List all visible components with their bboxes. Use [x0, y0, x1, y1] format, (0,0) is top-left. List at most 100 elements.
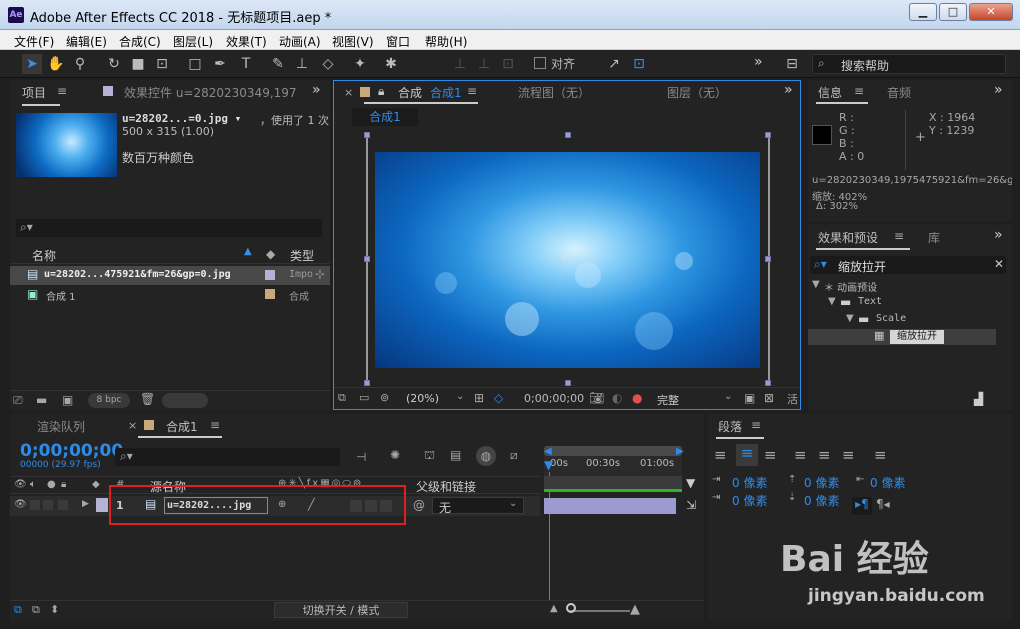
effects-tab-menu-icon[interactable]: ≡	[894, 229, 904, 243]
axis-local-icon[interactable]: ⊥	[450, 54, 470, 74]
toggle-switches-modes-button[interactable]: 切换开关 / 模式	[274, 602, 408, 618]
camera-tool-icon[interactable]: ■	[128, 54, 148, 74]
layer-marker-icon[interactable]: ⇲	[686, 498, 696, 512]
align-center-icon[interactable]: ≡	[736, 444, 758, 466]
comp-viewer[interactable]: ⌖	[334, 129, 800, 387]
new-composition-icon[interactable]: ▣	[62, 393, 73, 407]
expand-arrow-icon[interactable]: ▼	[828, 296, 836, 307]
puppet-tool-icon[interactable]: ✱	[381, 54, 401, 74]
playhead-icon[interactable]: ▼	[544, 458, 553, 472]
layer-duration-bar[interactable]	[544, 498, 676, 514]
justify-last-left-icon[interactable]: ≡	[794, 446, 807, 464]
time-ruler[interactable]: 00s 00:30s 01:00s	[544, 456, 682, 476]
current-time-display[interactable]: 0;00;00;00	[524, 392, 584, 405]
time-navigator[interactable]	[544, 446, 682, 456]
zoom-out-icon[interactable]: ▲	[550, 603, 558, 614]
indent-right-value[interactable]: 0 像素	[870, 474, 905, 491]
transform-handle[interactable]	[565, 132, 571, 138]
flowchart-tab[interactable]: 流程图（无）	[518, 84, 590, 101]
justify-all-icon[interactable]: ≡	[874, 446, 887, 464]
rotate-tool-icon[interactable]: ↻	[104, 54, 124, 74]
rectangle-tool-icon[interactable]: □	[185, 54, 205, 74]
work-area-bar[interactable]	[544, 476, 682, 492]
snap-checkbox[interactable]	[534, 57, 546, 69]
grid-icon[interactable]: ⊞	[474, 391, 484, 405]
active-camera-label[interactable]: 活	[787, 391, 798, 407]
label-column-icon[interactable]: ◆	[92, 479, 100, 490]
transform-handle[interactable]	[765, 132, 771, 138]
effects-more-icon[interactable]: »	[994, 227, 1003, 243]
justify-last-center-icon[interactable]: ≡	[818, 446, 831, 464]
transform-handle[interactable]	[565, 380, 571, 386]
expand-arrow-icon[interactable]: ▼	[812, 279, 820, 290]
snap-option-icon[interactable]: ↗	[604, 54, 624, 74]
timeline-zoom-handle[interactable]	[566, 603, 576, 613]
transform-handle[interactable]	[364, 132, 370, 138]
sort-arrow-icon[interactable]: ▲	[244, 246, 252, 257]
project-item-row[interactable]: ▤ u=28202...475921&fm=26&gp=0.jpg Impo ⊹	[10, 266, 330, 285]
bit-depth-button[interactable]: 8 bpc	[88, 393, 130, 408]
in-out-icon[interactable]: ⬍	[50, 603, 59, 616]
timeline-zoom-slider[interactable]	[570, 610, 630, 612]
close-tab-icon[interactable]: ×	[128, 419, 137, 432]
show-snapshot-icon[interactable]: ◐	[612, 391, 622, 405]
parent-dropdown-icon[interactable]: ⌄	[509, 498, 517, 509]
draft-3d-icon[interactable]: ✺	[390, 448, 400, 462]
transform-handle[interactable]	[765, 256, 771, 262]
resolution-select[interactable]: 完整	[657, 392, 679, 408]
trash-icon[interactable]: 🗑	[140, 392, 155, 406]
snapshot-icon[interactable]: 📷︎	[589, 391, 604, 405]
monitor-icon[interactable]: ▭	[359, 391, 369, 404]
roto-brush-tool-icon[interactable]: ✦	[350, 54, 370, 74]
zoom-select[interactable]: (20%)	[406, 392, 439, 405]
project-tab-menu-icon[interactable]: ≡	[57, 84, 67, 98]
help-search-box[interactable]: ⌕ 搜索帮助	[812, 54, 1006, 74]
axis-view-icon[interactable]: ⊡	[498, 54, 518, 74]
transfer-controls-icon[interactable]: ⧉	[32, 603, 40, 617]
always-preview-icon[interactable]: ⧉	[338, 391, 346, 405]
library-tab[interactable]: 库	[928, 229, 940, 246]
menu-layer[interactable]: 图层(L)	[173, 33, 213, 50]
text-tool-icon[interactable]: T	[236, 54, 256, 74]
pen-tool-icon[interactable]: ✒	[210, 54, 230, 74]
layer-switches-icon[interactable]: ⧉	[14, 603, 22, 617]
parent-link-header[interactable]: 父级和链接	[416, 478, 476, 495]
menu-window[interactable]: 窗口	[386, 33, 410, 50]
comp-tab-name[interactable]: 合成1	[430, 84, 462, 101]
menu-effect[interactable]: 效果(T)	[226, 33, 267, 50]
lock-toggle[interactable]	[58, 500, 68, 510]
expand-arrow-icon[interactable]: ▼	[846, 313, 854, 324]
audio-toggle[interactable]	[30, 500, 40, 510]
project-search-input[interactable]: ⌕▾	[16, 219, 322, 237]
parent-select[interactable]: 无 ⌄	[432, 497, 524, 515]
timeline-search-input[interactable]: ⌕▾	[115, 448, 340, 466]
column-type[interactable]: 类型	[290, 247, 314, 264]
frame-blending-icon[interactable]: ▤	[450, 448, 461, 462]
new-folder-icon[interactable]: ▬	[36, 393, 47, 407]
project-scrollbar[interactable]	[162, 393, 208, 408]
brush-tool-icon[interactable]: ✎	[268, 54, 288, 74]
effects-search-input[interactable]: ⌕▾ 缩放拉开 ✕	[810, 256, 1006, 274]
motion-blur-icon[interactable]: ◍	[476, 446, 496, 466]
project-tab[interactable]: 项目	[22, 84, 46, 101]
workspace-menu-icon[interactable]: ⊟	[782, 54, 802, 74]
menu-file[interactable]: 文件(F)	[14, 33, 54, 50]
timeline-comp-tab[interactable]: 合成1	[166, 418, 198, 435]
transparency-grid-icon[interactable]: ◇	[494, 391, 503, 405]
info-more-icon[interactable]: »	[994, 82, 1003, 98]
first-line-indent-value[interactable]: 0 像素	[732, 492, 767, 509]
interpret-footage-icon[interactable]: ⎚	[13, 393, 23, 408]
info-tab[interactable]: 信息	[818, 84, 842, 101]
align-right-icon[interactable]: ≡	[764, 446, 777, 464]
axis-world-icon[interactable]: ⊥	[474, 54, 494, 74]
eraser-tool-icon[interactable]: ◇	[318, 54, 338, 74]
menu-help[interactable]: 帮助(H)	[425, 33, 467, 50]
anchor-point-icon[interactable]: ⌖	[561, 250, 569, 266]
column-name[interactable]: 名称	[32, 247, 56, 264]
ltr-text-icon[interactable]: ▸¶	[852, 497, 872, 515]
hide-shy-layers-icon[interactable]: ⛫	[424, 448, 435, 464]
space-after-value[interactable]: 0 像素	[804, 492, 839, 509]
menu-composition[interactable]: 合成(C)	[119, 33, 161, 50]
label-swatch[interactable]	[96, 498, 108, 512]
visibility-eye-icon[interactable]: 👁︎	[14, 499, 27, 510]
